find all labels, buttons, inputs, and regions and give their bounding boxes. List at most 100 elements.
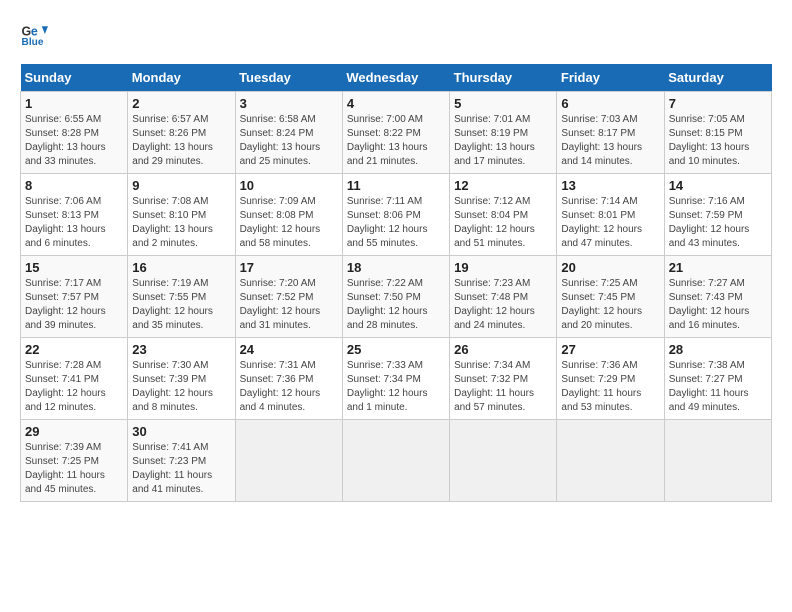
- day-number: 24: [240, 342, 338, 357]
- day-number: 19: [454, 260, 552, 275]
- day-cell: 10 Sunrise: 7:09 AMSunset: 8:08 PMDayligh…: [235, 174, 342, 256]
- day-number: 23: [132, 342, 230, 357]
- day-number: 15: [25, 260, 123, 275]
- day-number: 6: [561, 96, 659, 111]
- day-number: 22: [25, 342, 123, 357]
- day-info: Sunrise: 7:17 AMSunset: 7:57 PMDaylight:…: [25, 277, 123, 333]
- day-number: 21: [669, 260, 767, 275]
- day-info: Sunrise: 7:12 AMSunset: 8:04 PMDaylight:…: [454, 195, 552, 251]
- day-info: Sunrise: 7:09 AMSunset: 8:08 PMDaylight:…: [240, 195, 338, 251]
- day-number: 5: [454, 96, 552, 111]
- day-cell: 7Sunrise: 7:05 AMSunset: 8:15 PMDaylight…: [664, 92, 771, 174]
- day-cell: 14 Sunrise: 7:16 AMSunset: 7:59 PMDayligh…: [664, 174, 771, 256]
- day-cell: 30 Sunrise: 7:41 AMSunset: 7:23 PMDayligh…: [128, 420, 235, 502]
- day-number: 29: [25, 424, 123, 439]
- day-number: 17: [240, 260, 338, 275]
- day-info: Sunrise: 7:06 AMSunset: 8:13 PMDaylight:…: [25, 195, 123, 251]
- col-header-sunday: Sunday: [21, 64, 128, 92]
- day-info: Sunrise: 7:33 AMSunset: 7:34 PMDaylight:…: [347, 359, 445, 415]
- day-info: Sunrise: 7:11 AMSunset: 8:06 PMDaylight:…: [347, 195, 445, 251]
- day-number: 4: [347, 96, 445, 111]
- day-cell: 8 Sunrise: 7:06 AMSunset: 8:13 PMDaylight…: [21, 174, 128, 256]
- day-number: 10: [240, 178, 338, 193]
- day-cell: 25 Sunrise: 7:33 AMSunset: 7:34 PMDayligh…: [342, 338, 449, 420]
- day-info: Sunrise: 7:23 AMSunset: 7:48 PMDaylight:…: [454, 277, 552, 333]
- day-cell: 3 Sunrise: 6:58 AMSunset: 8:24 PMDaylight…: [235, 92, 342, 174]
- col-header-friday: Friday: [557, 64, 664, 92]
- calendar-table: SundayMondayTuesdayWednesdayThursdayFrid…: [20, 64, 772, 502]
- day-cell: [450, 420, 557, 502]
- day-number: 1: [25, 96, 123, 111]
- day-info: Sunrise: 7:31 AMSunset: 7:36 PMDaylight:…: [240, 359, 338, 415]
- day-info: Sunrise: 7:03 AMSunset: 8:17 PMDaylight:…: [561, 113, 659, 169]
- day-cell: 1 Sunrise: 6:55 AMSunset: 8:28 PMDaylight…: [21, 92, 128, 174]
- svg-text:Blue: Blue: [22, 37, 44, 48]
- day-number: 28: [669, 342, 767, 357]
- day-info: Sunrise: 7:41 AMSunset: 7:23 PMDaylight:…: [132, 441, 230, 497]
- day-number: 8: [25, 178, 123, 193]
- logo-icon: G e Blue: [20, 20, 48, 48]
- week-row-2: 8 Sunrise: 7:06 AMSunset: 8:13 PMDaylight…: [21, 174, 772, 256]
- day-cell: 16 Sunrise: 7:19 AMSunset: 7:55 PMDayligh…: [128, 256, 235, 338]
- day-cell: 24 Sunrise: 7:31 AMSunset: 7:36 PMDayligh…: [235, 338, 342, 420]
- day-number: 3: [240, 96, 338, 111]
- col-header-saturday: Saturday: [664, 64, 771, 92]
- day-info: Sunrise: 7:36 AMSunset: 7:29 PMDaylight:…: [561, 359, 659, 415]
- day-cell: 12 Sunrise: 7:12 AMSunset: 8:04 PMDayligh…: [450, 174, 557, 256]
- day-number: 12: [454, 178, 552, 193]
- day-cell: 6 Sunrise: 7:03 AMSunset: 8:17 PMDaylight…: [557, 92, 664, 174]
- day-cell: 18 Sunrise: 7:22 AMSunset: 7:50 PMDayligh…: [342, 256, 449, 338]
- day-info: Sunrise: 6:55 AMSunset: 8:28 PMDaylight:…: [25, 113, 123, 169]
- col-header-monday: Monday: [128, 64, 235, 92]
- day-number: 16: [132, 260, 230, 275]
- day-info: Sunrise: 7:22 AMSunset: 7:50 PMDaylight:…: [347, 277, 445, 333]
- day-cell: 19 Sunrise: 7:23 AMSunset: 7:48 PMDayligh…: [450, 256, 557, 338]
- day-cell: [557, 420, 664, 502]
- day-info: Sunrise: 7:14 AMSunset: 8:01 PMDaylight:…: [561, 195, 659, 251]
- day-cell: 4 Sunrise: 7:00 AMSunset: 8:22 PMDaylight…: [342, 92, 449, 174]
- day-number: 9: [132, 178, 230, 193]
- day-info: Sunrise: 7:19 AMSunset: 7:55 PMDaylight:…: [132, 277, 230, 333]
- day-number: 14: [669, 178, 767, 193]
- page-header: G e Blue: [20, 20, 772, 48]
- day-cell: 9 Sunrise: 7:08 AMSunset: 8:10 PMDaylight…: [128, 174, 235, 256]
- day-cell: 28 Sunrise: 7:38 AMSunset: 7:27 PMDayligh…: [664, 338, 771, 420]
- day-number: 25: [347, 342, 445, 357]
- day-number: 26: [454, 342, 552, 357]
- day-info: Sunrise: 6:58 AMSunset: 8:24 PMDaylight:…: [240, 113, 338, 169]
- day-info: Sunrise: 7:08 AMSunset: 8:10 PMDaylight:…: [132, 195, 230, 251]
- day-info: Sunrise: 7:34 AMSunset: 7:32 PMDaylight:…: [454, 359, 552, 415]
- header-row: SundayMondayTuesdayWednesdayThursdayFrid…: [21, 64, 772, 92]
- col-header-tuesday: Tuesday: [235, 64, 342, 92]
- week-row-4: 22 Sunrise: 7:28 AMSunset: 7:41 PMDayligh…: [21, 338, 772, 420]
- day-cell: 5Sunrise: 7:01 AMSunset: 8:19 PMDaylight…: [450, 92, 557, 174]
- day-cell: [664, 420, 771, 502]
- day-cell: 20Sunrise: 7:25 AMSunset: 7:45 PMDayligh…: [557, 256, 664, 338]
- day-cell: 22 Sunrise: 7:28 AMSunset: 7:41 PMDayligh…: [21, 338, 128, 420]
- day-number: 13: [561, 178, 659, 193]
- day-info: Sunrise: 7:28 AMSunset: 7:41 PMDaylight:…: [25, 359, 123, 415]
- day-cell: 26 Sunrise: 7:34 AMSunset: 7:32 PMDayligh…: [450, 338, 557, 420]
- day-info: Sunrise: 7:38 AMSunset: 7:27 PMDaylight:…: [669, 359, 767, 415]
- day-number: 30: [132, 424, 230, 439]
- col-header-thursday: Thursday: [450, 64, 557, 92]
- day-cell: [235, 420, 342, 502]
- day-cell: 11 Sunrise: 7:11 AMSunset: 8:06 PMDayligh…: [342, 174, 449, 256]
- day-number: 27: [561, 342, 659, 357]
- day-number: 2: [132, 96, 230, 111]
- day-cell: 2Sunrise: 6:57 AMSunset: 8:26 PMDaylight…: [128, 92, 235, 174]
- day-number: 20: [561, 260, 659, 275]
- day-cell: [342, 420, 449, 502]
- week-row-3: 15 Sunrise: 7:17 AMSunset: 7:57 PMDayligh…: [21, 256, 772, 338]
- day-number: 11: [347, 178, 445, 193]
- day-cell: 29 Sunrise: 7:39 AMSunset: 7:25 PMDayligh…: [21, 420, 128, 502]
- day-info: Sunrise: 7:16 AMSunset: 7:59 PMDaylight:…: [669, 195, 767, 251]
- day-cell: 21Sunrise: 7:27 AMSunset: 7:43 PMDayligh…: [664, 256, 771, 338]
- day-number: 7: [669, 96, 767, 111]
- day-number: 18: [347, 260, 445, 275]
- day-info: Sunrise: 7:00 AMSunset: 8:22 PMDaylight:…: [347, 113, 445, 169]
- logo: G e Blue: [20, 20, 52, 48]
- day-cell: 23 Sunrise: 7:30 AMSunset: 7:39 PMDayligh…: [128, 338, 235, 420]
- day-info: Sunrise: 7:39 AMSunset: 7:25 PMDaylight:…: [25, 441, 123, 497]
- day-info: Sunrise: 7:30 AMSunset: 7:39 PMDaylight:…: [132, 359, 230, 415]
